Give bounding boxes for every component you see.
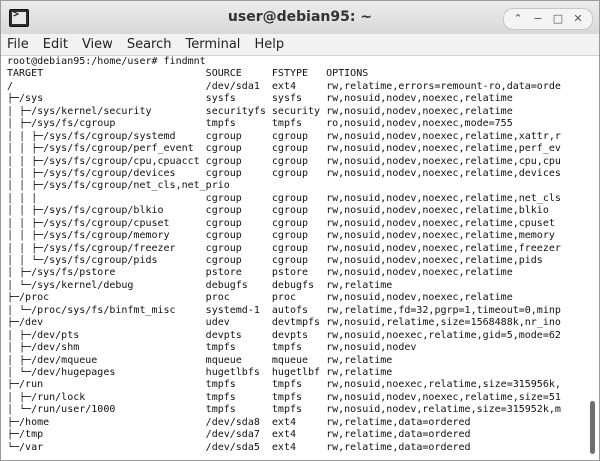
terminal-line: │ │ │ cgroup cgroup rw,nosuid,nodev,noex…: [7, 192, 561, 204]
scrollbar-thumb[interactable]: [590, 401, 595, 454]
terminal-line: │ ├─/dev/pts devpts devpts rw,nosuid,noe…: [7, 329, 561, 341]
terminal-line: │ ├─/dev/shm tmpfs tmpfs rw,nosuid,nodev: [7, 342, 417, 354]
terminal-line: │ │ ├─/sys/fs/cgroup/memory cgroup cgrou…: [7, 230, 555, 242]
terminal-line: ├─/home /dev/sda8 ext4 rw,relatime,data=…: [7, 416, 471, 428]
terminal-line: │ └─/dev/hugepages hugetlbfs hugetlbf rw…: [7, 366, 393, 378]
menu-search[interactable]: Search: [127, 34, 172, 55]
terminal-line: │ │ └─/sys/fs/cgroup/pids cgroup cgroup …: [7, 255, 543, 266]
vertical-scrollbar[interactable]: [585, 56, 599, 459]
terminal-line: │ ├─/sys/kernel/security securityfs secu…: [7, 105, 513, 117]
terminal-line: │ │ ├─/sys/fs/cgroup/devices cgroup cgro…: [7, 167, 561, 179]
terminal-window: user@debian95: ~ ⌃ − □ ✕ File Edit View …: [0, 0, 600, 461]
terminal-line: │ ├─/sys/fs/pstore pstore pstore rw,nosu…: [7, 267, 513, 279]
terminal-line: │ │ ├─/sys/fs/cgroup/cpuset cgroup cgrou…: [7, 217, 555, 229]
terminal-line: │ │ ├─/sys/fs/cgroup/net_cls,net_prio: [7, 180, 230, 192]
window-controls: ⌃ − □ ✕: [503, 8, 593, 30]
maximize-icon[interactable]: □: [552, 10, 564, 28]
terminal-line: │ └─/proc/sys/fs/binfmt_misc systemd-1 a…: [7, 304, 561, 316]
menu-help[interactable]: Help: [254, 34, 284, 55]
terminal-line: │ ├─/run/lock tmpfs tmpfs rw,nosuid,node…: [7, 391, 561, 403]
terminal-line: │ ├─/dev/mqueue mqueue mqueue rw,relatim…: [7, 354, 393, 366]
close-icon[interactable]: ✕: [572, 10, 584, 28]
terminal-line: root@debian95:/home/user# findmnt: [7, 56, 206, 67]
terminal-output[interactable]: root@debian95:/home/user# findmnt TARGET …: [7, 56, 581, 456]
terminal-line: │ │ ├─/sys/fs/cgroup/freezer cgroup cgro…: [7, 242, 561, 254]
menu-terminal[interactable]: Terminal: [185, 34, 240, 55]
menu-bar: File Edit View Search Terminal Help: [1, 34, 599, 56]
terminal-line: │ ├─/sys/fs/cgroup tmpfs tmpfs ro,nosuid…: [7, 118, 513, 130]
menu-edit[interactable]: Edit: [43, 34, 68, 55]
menu-file[interactable]: File: [7, 34, 29, 55]
terminal-line: └─/var /dev/sda5 ext4 rw,relatime,data=o…: [7, 441, 471, 453]
menu-view[interactable]: View: [82, 34, 113, 55]
terminal-line: ├─/tmp /dev/sda7 ext4 rw,relatime,data=o…: [7, 429, 471, 441]
terminal-line: │ │ ├─/sys/fs/cgroup/perf_event cgroup c…: [7, 143, 561, 155]
title-bar[interactable]: user@debian95: ~ ⌃ − □ ✕: [1, 1, 599, 35]
terminal-line: TARGET SOURCE FSTYPE OPTIONS: [7, 68, 369, 80]
chevron-up-icon[interactable]: ⌃: [512, 10, 524, 28]
terminal-line: / /dev/sda1 ext4 rw,relatime,errors=remo…: [7, 80, 561, 92]
terminal-line: │ │ ├─/sys/fs/cgroup/cpu,cpuacct cgroup …: [7, 155, 561, 167]
terminal-line: ├─/dev udev devtmpfs rw,nosuid,relatime,…: [7, 317, 561, 329]
terminal-line: │ └─/sys/kernel/debug debugfs debugfs rw…: [7, 279, 393, 291]
terminal-line: │ └─/run/user/1000 tmpfs tmpfs rw,nosuid…: [7, 404, 561, 416]
terminal-line: ├─/run tmpfs tmpfs rw,nosuid,noexec,rela…: [7, 379, 561, 391]
terminal-line: │ │ ├─/sys/fs/cgroup/systemd cgroup cgro…: [7, 130, 561, 142]
minimize-icon[interactable]: −: [532, 10, 544, 28]
terminal-line: │ │ ├─/sys/fs/cgroup/blkio cgroup cgroup…: [7, 205, 549, 217]
terminal-line: ├─/sys sysfs sysfs rw,nosuid,nodev,noexe…: [7, 93, 513, 105]
terminal-line: ├─/proc proc proc rw,nosuid,nodev,noexec…: [7, 292, 513, 304]
